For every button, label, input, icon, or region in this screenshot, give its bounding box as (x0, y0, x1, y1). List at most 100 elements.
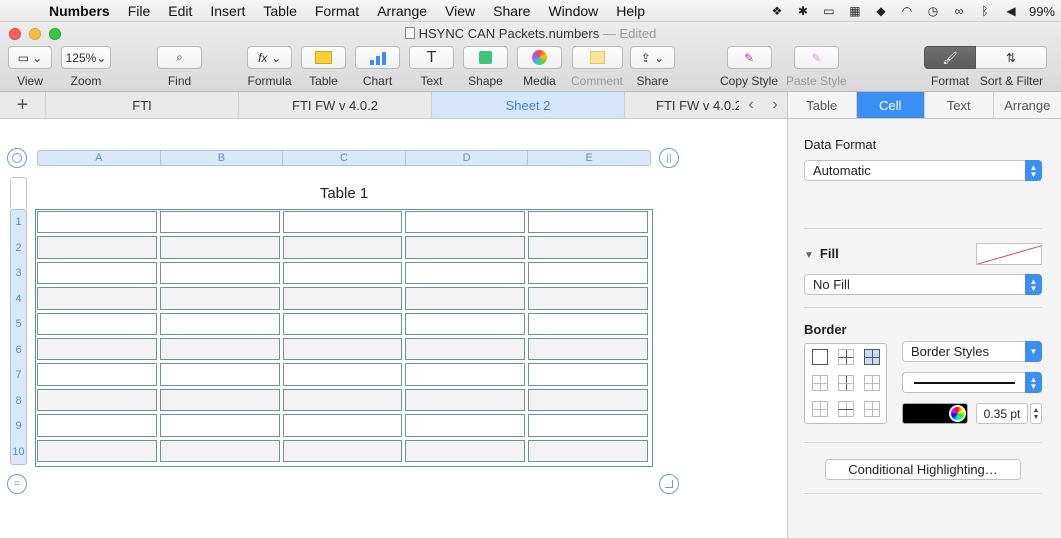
sheet-tab-sheet-2[interactable]: Sheet 2 (432, 92, 625, 118)
sheet-tab-fti-fw-2[interactable]: FTI FW v 4.0.2 (625, 92, 741, 118)
table-cell[interactable] (282, 236, 403, 259)
border-width-field[interactable]: 0.35 pt (976, 403, 1028, 424)
paw-icon[interactable]: ✱ (795, 4, 811, 18)
tab-text[interactable]: Text (925, 92, 994, 118)
column-header[interactable]: A (38, 151, 161, 165)
row-header[interactable]: 1 (11, 216, 26, 228)
menu-window[interactable]: Window (539, 0, 607, 22)
table-cell[interactable] (282, 261, 403, 285)
formula-button[interactable]: fx ⌄ (247, 46, 292, 69)
table-cell[interactable] (282, 363, 403, 386)
format-button[interactable]: 🖌 (924, 46, 976, 69)
top-border-icon[interactable] (812, 401, 828, 417)
table-cell[interactable] (282, 439, 403, 462)
table-cell[interactable] (37, 211, 157, 234)
menu-table[interactable]: Table (254, 0, 305, 22)
table-cell[interactable] (159, 287, 280, 310)
table-cell[interactable] (405, 261, 526, 285)
conditional-highlighting-button[interactable]: Conditional Highlighting… (825, 459, 1021, 480)
table-cell[interactable] (159, 312, 280, 335)
table-cell[interactable] (405, 236, 526, 259)
binoculars-icon[interactable]: ∞ (951, 4, 967, 18)
all-borders-icon[interactable] (864, 349, 880, 365)
menu-format[interactable]: Format (306, 0, 368, 22)
row-header[interactable]: 6 (11, 344, 26, 356)
row-header[interactable]: 9 (11, 420, 26, 432)
fill-popup[interactable]: No Fill ▲ ▼ (804, 274, 1042, 295)
sheet-tab-fti[interactable]: FTI (46, 92, 239, 118)
line-style-popup[interactable]: ▲ ▼ (902, 372, 1042, 393)
right-border-icon[interactable] (864, 375, 880, 391)
row-header[interactable]: 8 (11, 395, 26, 407)
table-cell[interactable] (37, 388, 157, 412)
chevron-right-icon[interactable]: › (772, 96, 777, 114)
table-cell[interactable] (37, 312, 157, 335)
table-cell[interactable] (159, 338, 280, 361)
table-cell[interactable] (282, 312, 403, 335)
paste-style-button[interactable]: ✎ (793, 46, 839, 69)
evernote-icon[interactable]: ◆ (873, 4, 889, 18)
comment-button[interactable] (571, 46, 623, 69)
border-width-stepper[interactable]: ▲ ▼ (1030, 403, 1042, 424)
table-cell[interactable] (159, 388, 280, 412)
table-cell[interactable] (405, 388, 526, 412)
table-cell[interactable] (405, 439, 526, 462)
column-header[interactable]: D (406, 151, 529, 165)
copy-style-button[interactable]: ✎ (726, 46, 772, 69)
row-header[interactable]: 5 (11, 318, 26, 330)
table-cell[interactable] (528, 338, 648, 361)
table-cell[interactable] (528, 261, 648, 285)
time-machine-icon[interactable]: ◷ (925, 4, 941, 18)
row-header[interactable]: 3 (11, 267, 26, 279)
sheet-tab-fti-fw[interactable]: FTI FW v 4.0.2 (239, 92, 432, 118)
row-header[interactable]: 4 (11, 293, 26, 305)
add-row-handle[interactable]: = (7, 474, 27, 494)
menu-edit[interactable]: Edit (159, 0, 201, 22)
resize-table-handle[interactable] (659, 474, 679, 494)
menu-share[interactable]: Share (484, 0, 539, 22)
table-cell[interactable] (405, 414, 526, 437)
table-cell[interactable] (37, 414, 157, 437)
table-cell[interactable] (528, 388, 648, 412)
table-cell[interactable] (282, 414, 403, 437)
data-format-popup[interactable]: Automatic ▲ ▼ (804, 160, 1042, 181)
tab-arrange[interactable]: Arrange (994, 92, 1061, 118)
disclosure-triangle-icon[interactable]: ▼ (804, 250, 814, 261)
table-cell[interactable] (282, 211, 403, 234)
menu-help[interactable]: Help (607, 0, 654, 22)
table-title[interactable]: Table 1 (36, 185, 652, 202)
battery-percentage[interactable]: 99% (1029, 4, 1055, 19)
table-cell[interactable] (405, 287, 526, 310)
column-header[interactable]: E (528, 151, 650, 165)
menu-view[interactable]: View (436, 0, 484, 22)
row-header[interactable]: 2 (11, 242, 26, 254)
table-cell[interactable] (528, 414, 648, 437)
vertical-inner-border-icon[interactable] (838, 375, 854, 391)
add-column-handle[interactable]: || (659, 148, 679, 168)
media-button[interactable] (517, 46, 562, 69)
table-cell[interactable] (159, 236, 280, 259)
fill-color-swatch[interactable] (976, 243, 1042, 265)
table-cell[interactable] (528, 236, 648, 259)
table-cell[interactable] (282, 287, 403, 310)
table-cell[interactable] (37, 261, 157, 285)
horizontal-inner-border-icon[interactable] (838, 401, 854, 417)
table-cell[interactable] (37, 338, 157, 361)
table-cell[interactable] (159, 363, 280, 386)
bluetooth-icon[interactable]: ᛒ (977, 4, 993, 18)
chart-button[interactable] (355, 46, 400, 69)
table-cell[interactable] (159, 414, 280, 437)
column-header[interactable]: C (283, 151, 406, 165)
text-button[interactable]: T (409, 46, 454, 69)
menu-insert[interactable]: Insert (201, 0, 254, 22)
tab-table[interactable]: Table (788, 92, 857, 118)
table-cell[interactable] (282, 338, 403, 361)
inner-border-icon[interactable] (838, 349, 854, 365)
border-styles-popup[interactable]: Border Styles ▼ (902, 341, 1042, 362)
menu-arrange[interactable]: Arrange (368, 0, 436, 22)
keyboard-icon[interactable]: ▦ (847, 4, 863, 18)
row-header[interactable]: 10 (11, 446, 26, 458)
table-cell[interactable] (282, 388, 403, 412)
table-cell[interactable] (159, 261, 280, 285)
add-sheet-button[interactable]: + (0, 92, 46, 118)
